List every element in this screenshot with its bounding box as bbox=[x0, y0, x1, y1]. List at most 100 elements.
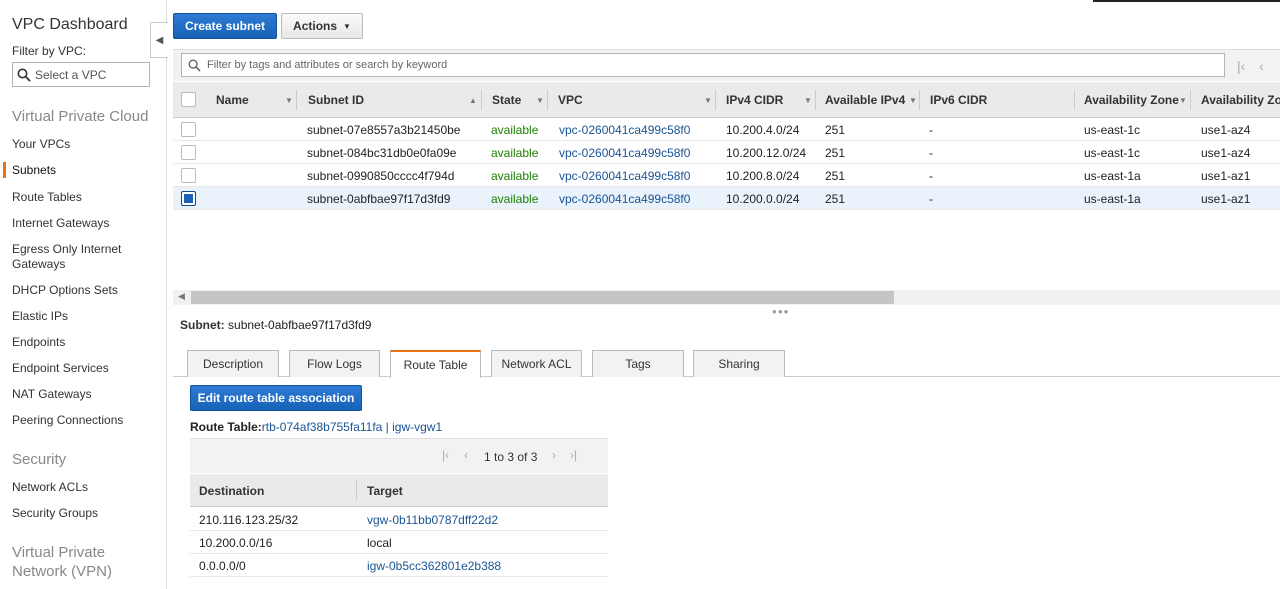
filter-by-vpc-label: Filter by VPC: bbox=[12, 44, 87, 58]
last-page-icon[interactable]: ›| bbox=[570, 448, 577, 462]
route-target-link[interactable]: vgw-0b11bb0787dff22d2 bbox=[367, 513, 498, 527]
tab-tags[interactable]: Tags bbox=[592, 350, 684, 377]
section-security: Security bbox=[12, 451, 67, 468]
vpc-select-placeholder: Select a VPC bbox=[35, 67, 107, 82]
column-available-ipv4-label: Available IPv4 bbox=[825, 93, 906, 107]
cell-subnet-id: subnet-07e8557a3b21450be bbox=[307, 123, 461, 137]
sidebar-item-egress-only-internet-gateways[interactable]: Egress Only Internet Gateways bbox=[12, 242, 132, 272]
tab-route-table[interactable]: Route Table bbox=[390, 350, 481, 378]
column-available-ipv4[interactable]: Available IPv4 ▼ bbox=[816, 82, 920, 118]
row-checkbox[interactable] bbox=[181, 122, 196, 137]
column-availability-zone-id[interactable]: Availability Zo bbox=[1191, 82, 1280, 118]
cell-availability-zone: us-east-1c bbox=[1084, 123, 1141, 137]
cell-availability-zone-id: use1-az1 bbox=[1201, 169, 1251, 183]
horizontal-scrollbar[interactable]: ◀ bbox=[173, 290, 1280, 305]
sidebar-title[interactable]: VPC Dashboard bbox=[12, 16, 128, 34]
cell-vpc-link[interactable]: vpc-0260041ca499c58f0 bbox=[559, 146, 690, 160]
sort-ascending-icon: ▲ bbox=[469, 96, 477, 105]
cell-subnet-id: subnet-0990850cccc4f794d bbox=[307, 169, 455, 183]
create-subnet-button[interactable]: Create subnet bbox=[173, 13, 277, 39]
sort-icon: ▼ bbox=[704, 96, 712, 105]
routes-header: Destination Target bbox=[190, 474, 608, 507]
route-row: 210.116.123.25/32 vgw-0b11bb0787dff22d2 bbox=[190, 508, 608, 531]
actions-button[interactable]: Actions ▼ bbox=[281, 13, 363, 39]
sidebar-item-dhcp-options-sets[interactable]: DHCP Options Sets bbox=[12, 283, 162, 298]
sort-icon: ▼ bbox=[804, 96, 812, 105]
first-page-icon[interactable]: |‹ bbox=[1237, 58, 1245, 74]
sidebar-item-network-acls[interactable]: Network ACLs bbox=[12, 480, 162, 495]
column-name[interactable]: Name ▼ bbox=[205, 82, 297, 118]
sidebar-item-security-groups[interactable]: Security Groups bbox=[12, 506, 162, 521]
cell-vpc-link[interactable]: vpc-0260041ca499c58f0 bbox=[559, 192, 690, 206]
cell-vpc-link[interactable]: vpc-0260041ca499c58f0 bbox=[559, 123, 690, 137]
sidebar-item-route-tables[interactable]: Route Tables bbox=[12, 190, 162, 205]
route-destination: 210.116.123.25/32 bbox=[199, 513, 299, 527]
sidebar-item-elastic-ips[interactable]: Elastic IPs bbox=[12, 309, 162, 324]
column-ipv4-cidr[interactable]: IPv4 CIDR ▼ bbox=[716, 82, 816, 118]
select-all-checkbox[interactable] bbox=[181, 92, 196, 107]
row-checkbox[interactable] bbox=[181, 145, 196, 160]
cell-state: available bbox=[491, 146, 539, 160]
sidebar-item-subnets[interactable]: Subnets bbox=[12, 163, 162, 178]
cell-ipv4-cidr: 10.200.4.0/24 bbox=[726, 123, 800, 137]
top-border bbox=[1093, 0, 1280, 2]
table-row-selected[interactable]: subnet-0abfbae97f17d3fd9 available vpc-0… bbox=[173, 187, 1280, 210]
column-availability-zone[interactable]: Availability Zone ▼ bbox=[1075, 82, 1191, 118]
cell-availability-zone-id: use1-az4 bbox=[1201, 146, 1251, 160]
collapse-sidebar-button[interactable]: ◀ bbox=[150, 22, 168, 58]
section-virtual-private-cloud: Virtual Private Cloud bbox=[12, 108, 149, 125]
sidebar-item-your-vpcs[interactable]: Your VPCs bbox=[12, 137, 162, 152]
column-subnet-id[interactable]: Subnet ID ▲ bbox=[297, 82, 482, 118]
sidebar-item-internet-gateways[interactable]: Internet Gateways bbox=[12, 216, 162, 231]
sidebar-item-endpoint-services[interactable]: Endpoint Services bbox=[12, 361, 162, 376]
tab-sharing[interactable]: Sharing bbox=[693, 350, 785, 377]
cell-ipv6-cidr: - bbox=[929, 123, 933, 137]
sort-icon: ▼ bbox=[285, 96, 293, 105]
column-availability-zone-id-label: Availability Zo bbox=[1201, 93, 1280, 107]
cell-subnet-id: subnet-0abfbae97f17d3fd9 bbox=[307, 192, 451, 206]
chevron-left-icon: ◀ bbox=[155, 34, 164, 46]
cell-availability-zone: us-east-1a bbox=[1084, 169, 1141, 183]
search-input[interactable]: Filter by tags and attributes or search … bbox=[181, 53, 1225, 77]
row-checkbox[interactable] bbox=[181, 168, 196, 183]
prev-page-icon[interactable]: ‹ bbox=[1259, 58, 1264, 74]
scroll-left-icon[interactable]: ◀ bbox=[178, 291, 185, 302]
tab-description[interactable]: Description bbox=[187, 350, 279, 377]
sidebar-item-nat-gateways[interactable]: NAT Gateways bbox=[12, 387, 162, 402]
sidebar-item-endpoints[interactable]: Endpoints bbox=[12, 335, 162, 350]
scrollbar-thumb[interactable] bbox=[191, 291, 894, 304]
cell-ipv4-cidr: 10.200.8.0/24 bbox=[726, 169, 800, 183]
next-page-icon[interactable]: › bbox=[552, 448, 556, 462]
column-state[interactable]: State ▼ bbox=[482, 82, 548, 118]
route-table-label: Route Table: bbox=[190, 420, 262, 434]
cell-ipv4-cidr: 10.200.12.0/24 bbox=[726, 146, 807, 160]
first-page-icon[interactable]: |‹ bbox=[442, 448, 449, 462]
cell-vpc-link[interactable]: vpc-0260041ca499c58f0 bbox=[559, 169, 690, 183]
cell-state: available bbox=[491, 192, 539, 206]
route-target-link[interactable]: igw-0b5cc362801e2b388 bbox=[367, 559, 501, 573]
prev-page-icon[interactable]: ‹ bbox=[464, 448, 468, 462]
edit-route-table-association-button[interactable]: Edit route table association bbox=[190, 385, 362, 411]
row-checkbox-checked[interactable] bbox=[181, 191, 196, 206]
tab-network-acl[interactable]: Network ACL bbox=[491, 350, 582, 377]
sidebar-item-peering-connections[interactable]: Peering Connections bbox=[12, 413, 162, 428]
column-vpc[interactable]: VPC ▼ bbox=[548, 82, 716, 118]
route-table-line: Route Table:rtb-074af38b755fa11fa | igw-… bbox=[190, 420, 442, 434]
route-target: local bbox=[367, 536, 392, 550]
table-row[interactable]: subnet-084bc31db0e0fa09e available vpc-0… bbox=[173, 141, 1280, 164]
column-ipv6-cidr[interactable]: IPv6 CIDR bbox=[920, 82, 1075, 118]
routes-table: |‹ ‹ 1 to 3 of 3 › ›| Destination Target… bbox=[190, 438, 608, 578]
table-row[interactable]: subnet-0990850cccc4f794d available vpc-0… bbox=[173, 164, 1280, 187]
routes-pager: |‹ ‹ 1 to 3 of 3 › ›| bbox=[190, 438, 608, 473]
panel-resize-handle[interactable]: ●●● bbox=[772, 307, 790, 316]
table-row[interactable]: subnet-07e8557a3b21450be available vpc-0… bbox=[173, 118, 1280, 141]
tab-flow-logs[interactable]: Flow Logs bbox=[289, 350, 380, 377]
route-table-link[interactable]: rtb-074af38b755fa11fa | igw-vgw1 bbox=[262, 420, 442, 434]
sort-icon: ▼ bbox=[909, 96, 917, 105]
section-vpn: Virtual Private Network (VPN) bbox=[12, 544, 113, 580]
vpc-select[interactable]: Select a VPC bbox=[12, 62, 150, 87]
column-vpc-label: VPC bbox=[558, 93, 583, 107]
cell-ipv6-cidr: - bbox=[929, 192, 933, 206]
cell-available-ipv4: 251 bbox=[825, 169, 846, 183]
route-destination: 0.0.0.0/0 bbox=[199, 559, 246, 573]
